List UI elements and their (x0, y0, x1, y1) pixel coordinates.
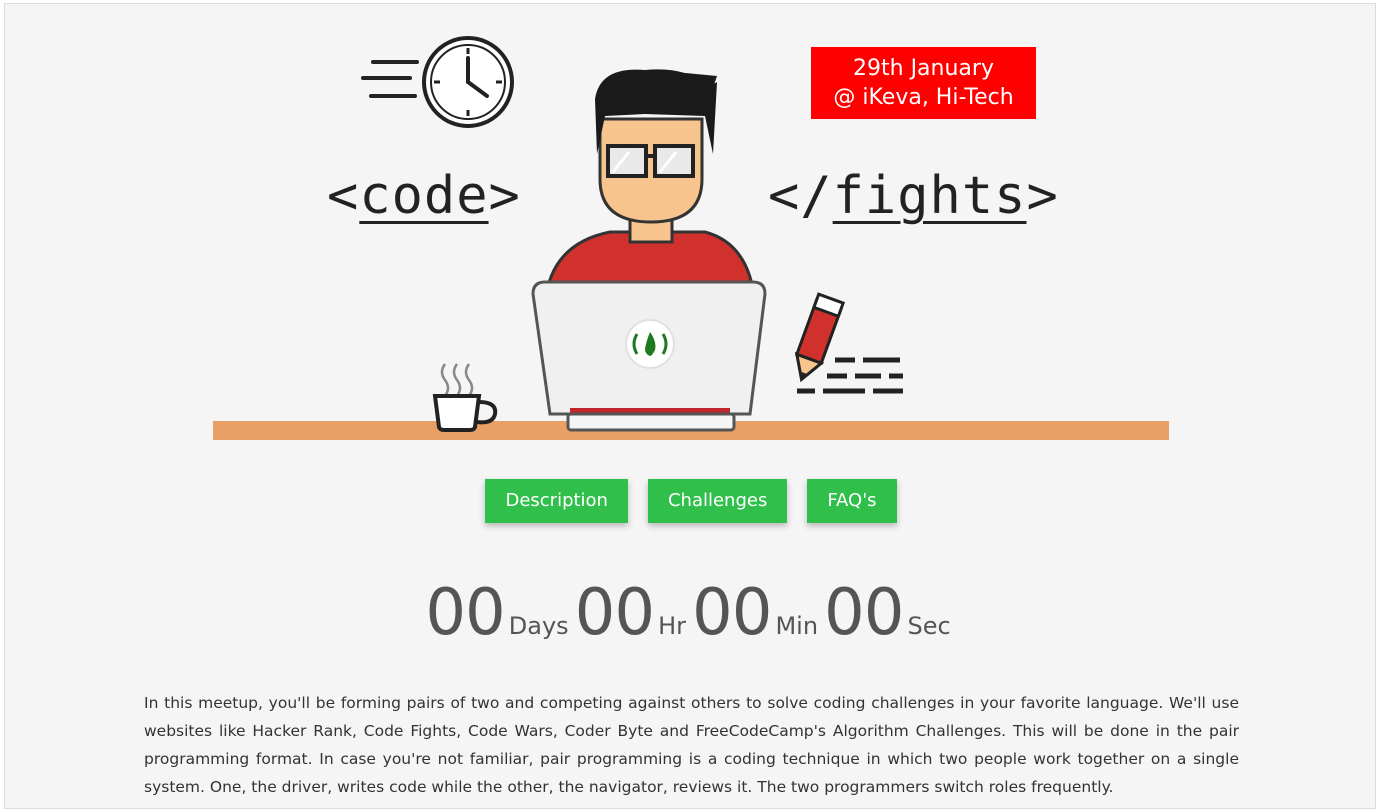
event-description: In this meetup, you'll be forming pairs … (144, 694, 1239, 796)
hero-illustration (213, 36, 1169, 440)
fights-tag-text: </fights> (768, 166, 1059, 226)
hero-banner: <code> </fights> 29th January @ iKeva, H… (5, 4, 1375, 454)
countdown-hours-value: 00 (574, 576, 655, 650)
countdown-minutes-label: Min (775, 612, 819, 640)
countdown-days-value: 00 (425, 576, 505, 650)
countdown-seconds-value: 00 (824, 576, 904, 650)
faqs-button[interactable]: FAQ's (807, 479, 897, 523)
section-nav: Description Challenges FAQ's (5, 479, 1375, 523)
speed-lines-icon (361, 60, 419, 98)
countdown-hours-label: Hr (658, 612, 687, 640)
event-venue: @ iKeva, Hi-Tech (833, 85, 1014, 110)
description-button[interactable]: Description (485, 479, 628, 523)
countdown-timer: 00 Days00 Hr00 Min00 Sec (5, 576, 1375, 650)
countdown-days-label: Days (508, 612, 569, 640)
event-date-badge: 29th January @ iKeva, Hi-Tech (811, 47, 1036, 119)
countdown-seconds-label: Sec (907, 612, 951, 640)
challenges-button[interactable]: Challenges (647, 479, 788, 523)
event-date: 29th January (853, 56, 994, 81)
clock-icon (422, 36, 514, 128)
coffee-cup-icon (432, 363, 498, 432)
page: <code> </fights> 29th January @ iKeva, H… (4, 3, 1376, 809)
programmer-illustration (543, 69, 757, 306)
freecodecamp-logo (625, 319, 675, 369)
pencil-icon (794, 292, 903, 394)
countdown-minutes-value: 00 (692, 576, 772, 650)
code-tag-text: <code> (327, 166, 521, 226)
